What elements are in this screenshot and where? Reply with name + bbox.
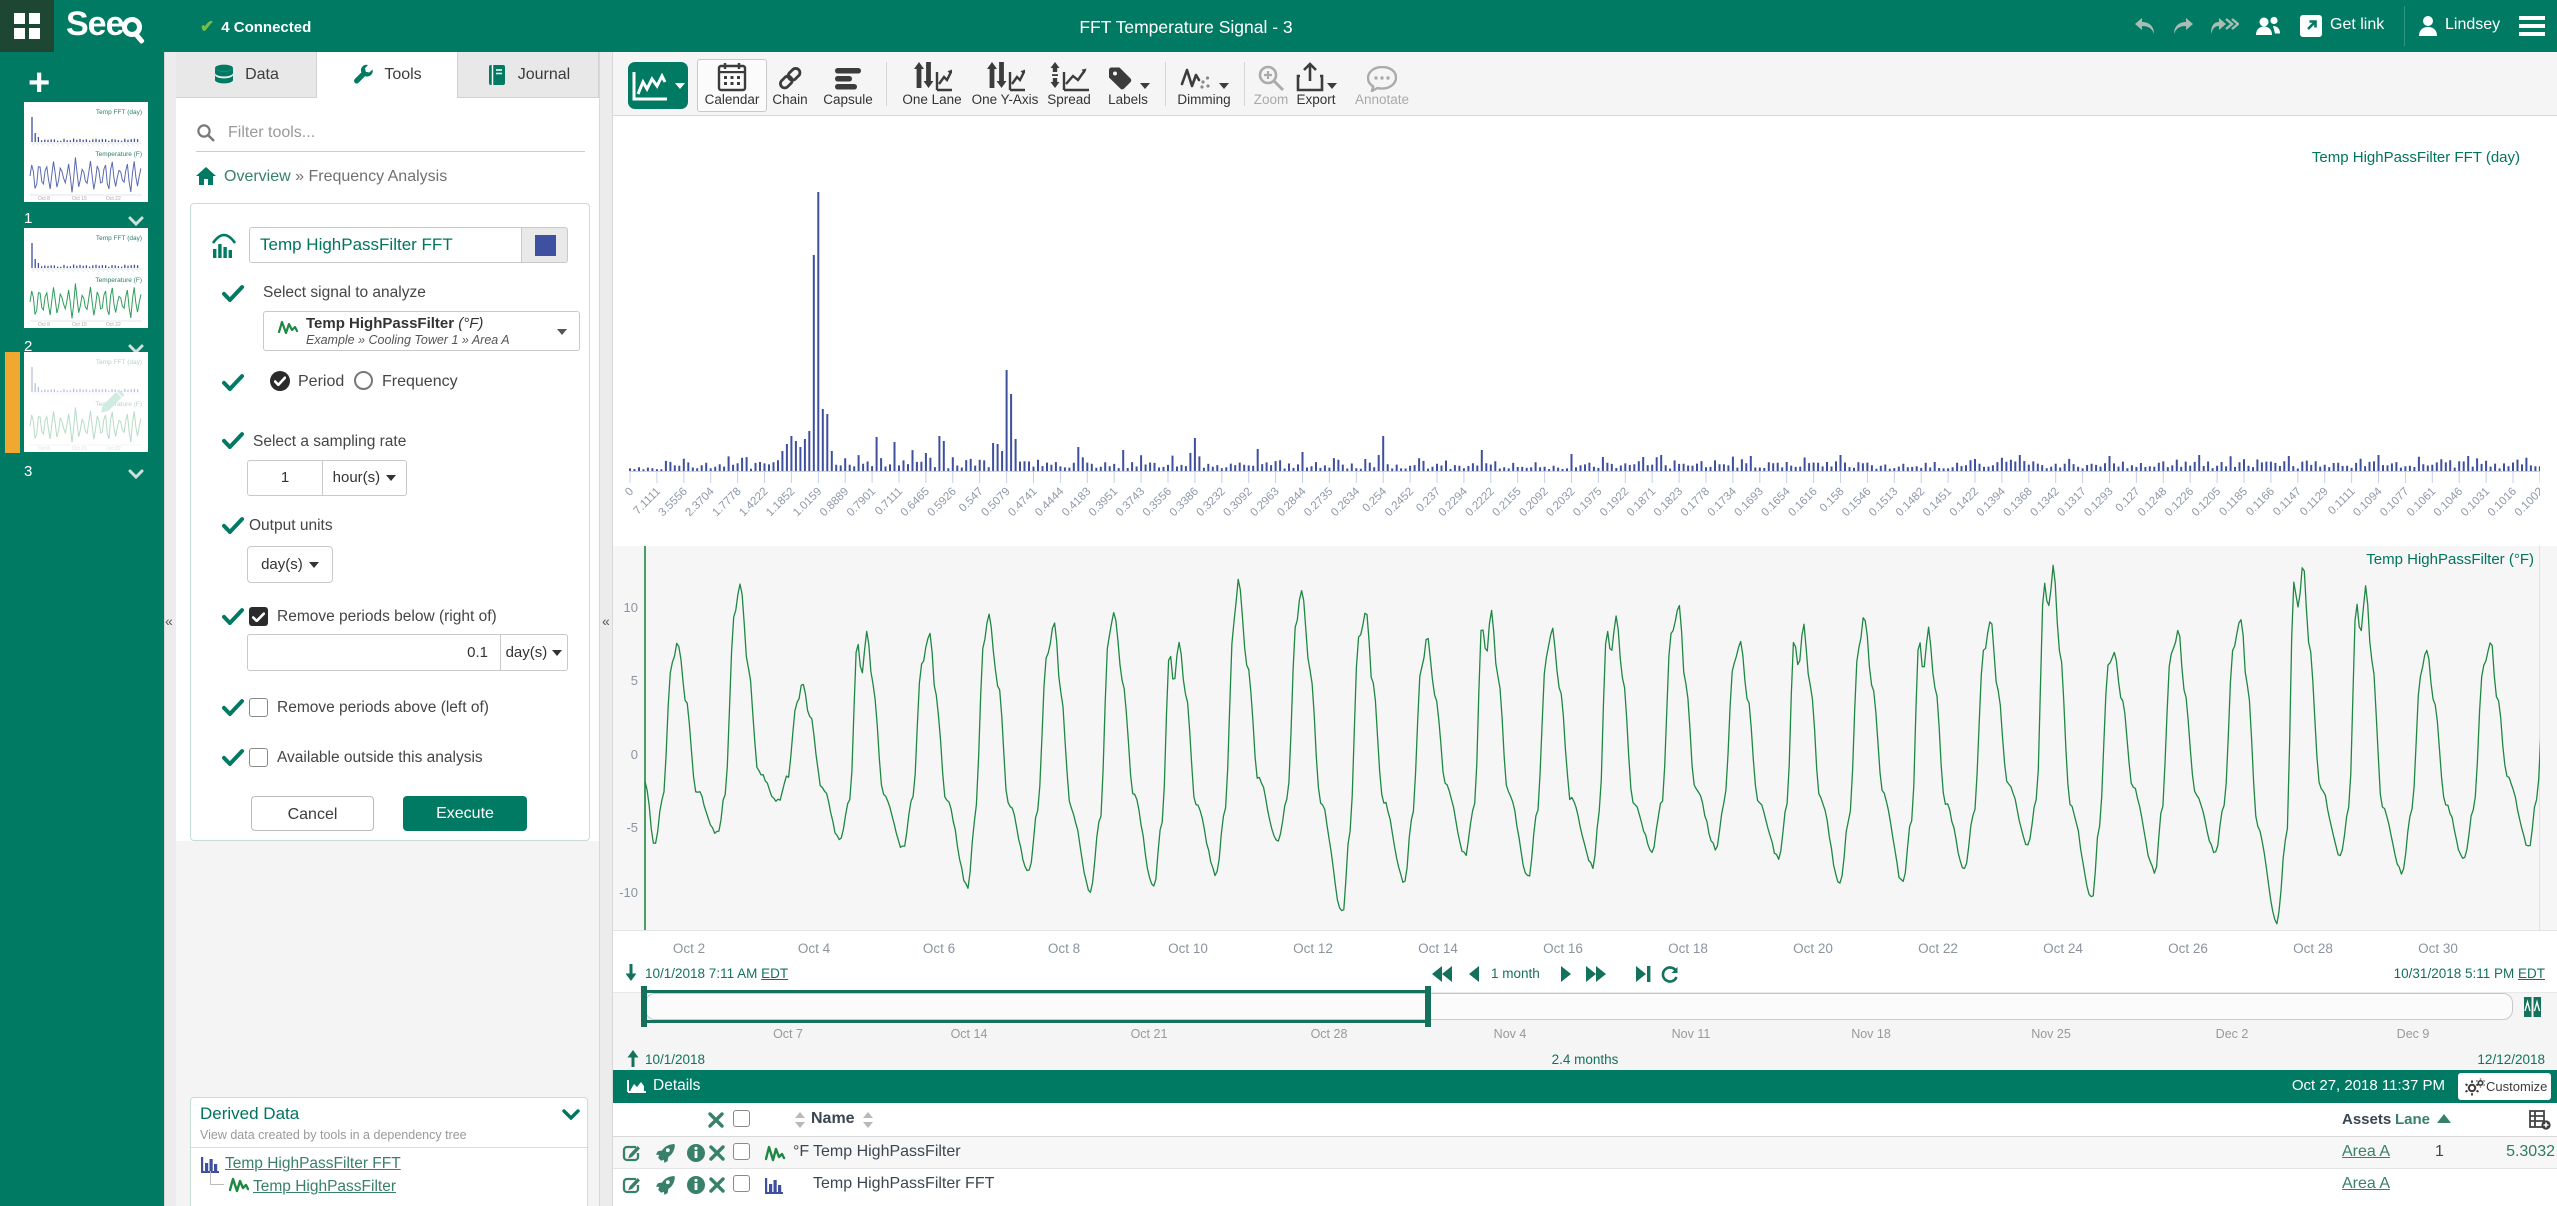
svg-text:5: 5 (631, 673, 638, 688)
svg-text:0.1002: 0.1002 (2513, 486, 2540, 519)
svg-text:0.1147: 0.1147 (2271, 486, 2304, 519)
svg-text:0.1513: 0.1513 (1867, 486, 1900, 519)
svg-text:0.3556: 0.3556 (1141, 486, 1174, 519)
svg-text:0.4741: 0.4741 (1006, 486, 1039, 519)
svg-text:0.2222: 0.2222 (1464, 486, 1497, 519)
svg-text:Temp FFT (day): Temp FFT (day) (96, 359, 142, 366)
svg-text:0.1094: 0.1094 (2351, 485, 2385, 519)
svg-text:10: 10 (624, 600, 638, 615)
svg-text:0.1546: 0.1546 (1840, 486, 1873, 519)
svg-text:0.1422: 0.1422 (1948, 486, 1981, 519)
svg-text:Oct 15: Oct 15 (72, 196, 87, 202)
svg-text:0.1226: 0.1226 (2163, 486, 2196, 519)
svg-text:0.4444: 0.4444 (1033, 485, 1067, 519)
svg-text:0.4183: 0.4183 (1060, 486, 1093, 519)
svg-text:0.2452: 0.2452 (1383, 486, 1416, 519)
svg-text:Oct 22: Oct 22 (106, 322, 121, 328)
svg-text:0.1293: 0.1293 (2082, 486, 2115, 519)
svg-text:0.1205: 0.1205 (2190, 486, 2223, 519)
svg-text:0.1654: 0.1654 (1759, 485, 1793, 519)
svg-text:Temp FFT (day): Temp FFT (day) (96, 109, 142, 116)
svg-text:3.5556: 3.5556 (657, 486, 690, 519)
svg-text:0.1616: 0.1616 (1786, 486, 1819, 519)
svg-text:0.3092: 0.3092 (1221, 486, 1254, 519)
svg-text:0.1342: 0.1342 (2028, 486, 2061, 519)
svg-text:Temperature (F): Temperature (F) (95, 277, 142, 284)
svg-text:0.5926: 0.5926 (926, 486, 959, 519)
svg-text:0.1693: 0.1693 (1733, 486, 1766, 519)
svg-text:-5: -5 (626, 820, 638, 835)
svg-text:0.3232: 0.3232 (1195, 486, 1228, 519)
svg-text:0.3386: 0.3386 (1168, 486, 1201, 519)
svg-text:Temp HighPassFilter (°F): Temp HighPassFilter (°F) (2366, 551, 2534, 568)
svg-text:0: 0 (623, 486, 636, 499)
svg-text:0.7901: 0.7901 (845, 486, 878, 519)
svg-text:Oct 22: Oct 22 (106, 446, 121, 452)
svg-text:0.1451: 0.1451 (1921, 486, 1954, 519)
svg-text:Temp HighPassFilter FFT (day): Temp HighPassFilter FFT (day) (2312, 149, 2520, 166)
svg-text:0.1778: 0.1778 (1679, 486, 1712, 519)
svg-text:Oct 8: Oct 8 (38, 196, 50, 202)
svg-text:0.1871: 0.1871 (1625, 486, 1658, 519)
svg-text:Oct 22: Oct 22 (106, 196, 121, 202)
svg-text:0.2032: 0.2032 (1544, 486, 1577, 519)
svg-text:0.1394: 0.1394 (1975, 485, 2009, 519)
svg-text:0.5079: 0.5079 (979, 486, 1012, 519)
svg-text:0.1166: 0.1166 (2244, 486, 2277, 519)
svg-text:0.1061: 0.1061 (2405, 486, 2438, 519)
svg-text:0.3951: 0.3951 (1087, 486, 1120, 519)
svg-text:0.2963: 0.2963 (1248, 486, 1281, 519)
svg-text:1.1852: 1.1852 (764, 486, 797, 519)
svg-text:0.1975: 0.1975 (1571, 486, 1604, 519)
svg-text:2.3704: 2.3704 (683, 485, 717, 519)
svg-text:0.2092: 0.2092 (1517, 486, 1550, 519)
svg-text:Temperature (F): Temperature (F) (95, 151, 142, 158)
svg-text:0.1185: 0.1185 (2217, 486, 2250, 519)
svg-text:0.1129: 0.1129 (2298, 486, 2331, 519)
svg-text:0.2735: 0.2735 (1302, 486, 1335, 519)
svg-text:0.6465: 0.6465 (899, 486, 932, 519)
svg-text:0.1734: 0.1734 (1706, 485, 1740, 519)
svg-text:0.2634: 0.2634 (1329, 485, 1363, 519)
svg-text:0.1046: 0.1046 (2432, 486, 2465, 519)
svg-text:0.1368: 0.1368 (2002, 486, 2035, 519)
svg-text:0.1922: 0.1922 (1598, 486, 1631, 519)
svg-text:0.8889: 0.8889 (818, 486, 851, 519)
svg-text:1.4222: 1.4222 (737, 486, 770, 519)
svg-text:0.1016: 0.1016 (2486, 486, 2519, 519)
svg-text:0.3743: 0.3743 (1114, 486, 1147, 519)
svg-text:0.1248: 0.1248 (2136, 486, 2169, 519)
svg-text:Oct 15: Oct 15 (72, 322, 87, 328)
svg-text:Oct 8: Oct 8 (38, 446, 50, 452)
svg-text:0: 0 (631, 747, 638, 762)
svg-text:0.1823: 0.1823 (1652, 486, 1685, 519)
svg-text:0.2155: 0.2155 (1490, 486, 1523, 519)
svg-text:0.1031: 0.1031 (2459, 486, 2492, 519)
svg-text:0.2294: 0.2294 (1437, 485, 1471, 519)
svg-text:0.1077: 0.1077 (2378, 486, 2411, 519)
svg-text:Oct 8: Oct 8 (38, 322, 50, 328)
svg-text:0.1317: 0.1317 (2055, 486, 2088, 519)
svg-text:1.7778: 1.7778 (710, 486, 743, 519)
svg-text:-10: -10 (619, 885, 638, 900)
svg-text:0.1482: 0.1482 (1894, 486, 1927, 519)
svg-text:1.0159: 1.0159 (791, 486, 824, 519)
svg-text:Oct 15: Oct 15 (72, 446, 87, 452)
svg-text:0.2844: 0.2844 (1275, 485, 1309, 519)
svg-text:Temp FFT (day): Temp FFT (day) (96, 235, 142, 242)
